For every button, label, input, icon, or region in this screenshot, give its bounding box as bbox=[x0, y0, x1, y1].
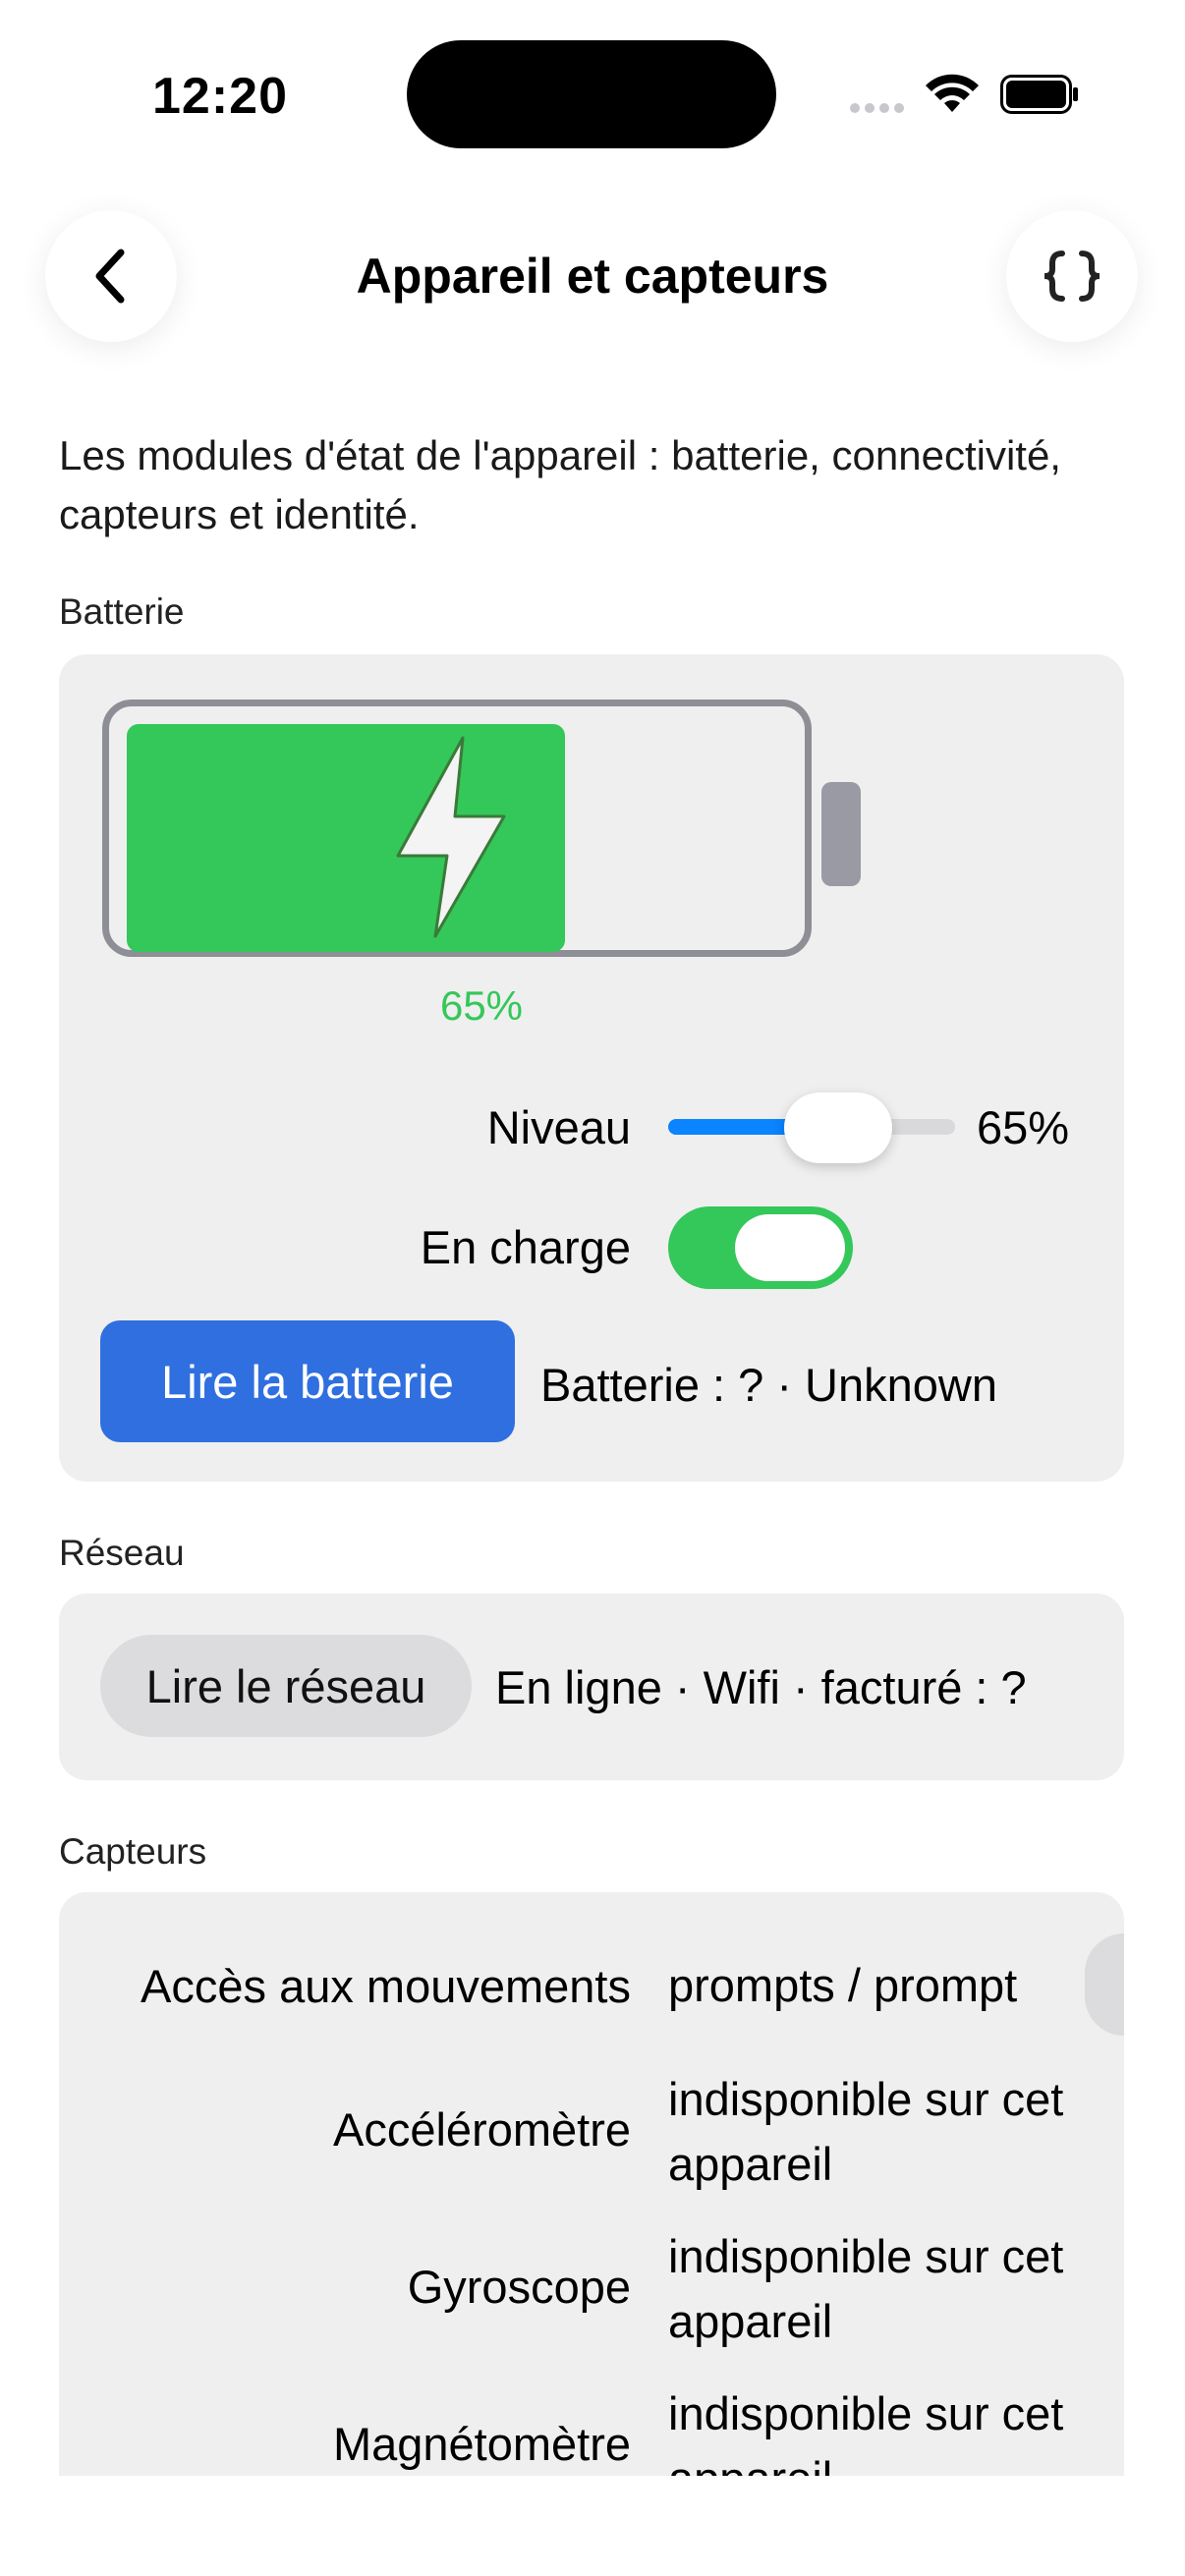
curly-braces-icon bbox=[1044, 251, 1100, 302]
section-label-sensors: Capteurs bbox=[59, 1831, 207, 1872]
charging-bolt-icon bbox=[396, 736, 506, 938]
network-status-text: En ligne · Wifi · facturé : ? bbox=[495, 1661, 1027, 1713]
dynamic-island bbox=[407, 40, 776, 148]
intro-text: Les modules d'état de l'appareil : batte… bbox=[59, 432, 1061, 537]
level-label: Niveau bbox=[486, 1101, 631, 1153]
cellular-signal-icon bbox=[850, 103, 904, 113]
section-label-battery: Batterie bbox=[59, 591, 185, 632]
network-card: Lire le réseau En ligne · Wifi · facturé… bbox=[59, 1594, 1124, 1780]
sensor-label: Accès aux mouvements bbox=[141, 1960, 631, 2012]
level-value: 65% bbox=[977, 1101, 1070, 1153]
battery-graphic bbox=[102, 700, 812, 957]
sensor-label: Accéléromètre bbox=[333, 2103, 631, 2156]
request-permission-button[interactable] bbox=[1085, 1933, 1124, 2036]
sensor-value: prompts / prompt bbox=[668, 1959, 1018, 2011]
read-network-button[interactable]: Lire le réseau bbox=[100, 1635, 472, 1737]
battery-status-text: Batterie : ? · Unknown bbox=[540, 1359, 997, 1411]
charging-toggle[interactable] bbox=[668, 1206, 853, 1289]
battery-tip bbox=[821, 782, 861, 886]
sensor-value: indisponible sur cet appareil bbox=[668, 2230, 1064, 2347]
sensor-label: Gyroscope bbox=[407, 2261, 631, 2313]
toggle-knob bbox=[735, 1214, 845, 1281]
code-view-button[interactable] bbox=[1006, 210, 1138, 342]
section-label-network: Réseau bbox=[59, 1533, 185, 1573]
sensor-value: indisponible sur cet appareil bbox=[668, 2073, 1064, 2190]
level-slider-thumb[interactable] bbox=[784, 1092, 892, 1163]
read-battery-button[interactable]: Lire la batterie bbox=[100, 1320, 515, 1442]
status-time: 12:20 bbox=[152, 68, 288, 125]
sensor-value: indisponible sur cet appareil bbox=[668, 2387, 1064, 2476]
battery-card: 65% Niveau 65% En charge Lire la batteri… bbox=[59, 654, 1124, 1482]
battery-percent-label: 65% bbox=[439, 982, 524, 1029]
battery-status-icon bbox=[1000, 75, 1078, 114]
wifi-icon bbox=[926, 74, 979, 112]
sensors-card: Accès aux mouvements prompts / prompt Ac… bbox=[59, 1892, 1124, 2476]
sensor-label: Magnétomètre bbox=[332, 2418, 631, 2470]
charging-label: En charge bbox=[420, 1221, 631, 1273]
